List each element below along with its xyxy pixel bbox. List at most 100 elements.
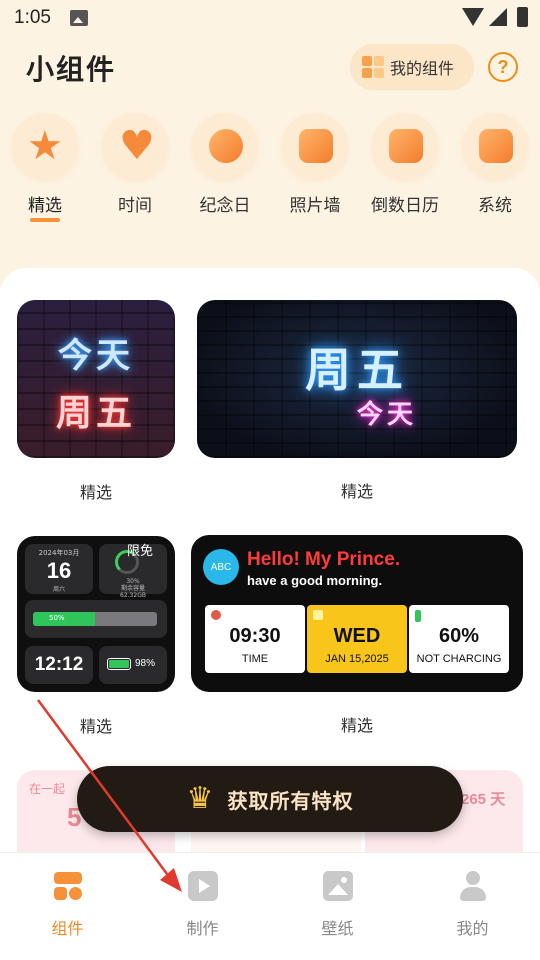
category-time-circle (102, 113, 168, 179)
avatar: ABC (203, 549, 239, 585)
battery-box: 60% NOT CHARCING (409, 605, 509, 673)
nav-profile[interactable]: 我的 (405, 871, 540, 939)
battery-tile: 98% (99, 646, 167, 684)
day-label: JAN 15,2025 (325, 653, 389, 665)
day-box: WED JAN 15,2025 (307, 605, 407, 673)
category-photo-wall[interactable]: 照片墙 (270, 113, 360, 216)
volume-text: 50% (49, 614, 65, 622)
category-label: 系统 (478, 196, 512, 216)
neon-text-line1: 今天 (58, 336, 134, 376)
nav-label: 壁纸 (321, 919, 354, 938)
category-anniversary-circle (192, 113, 258, 179)
volume-bar: 50% (33, 612, 157, 626)
get-all-privileges-button[interactable]: ♛ 获取所有特权 (77, 766, 463, 832)
battery-value: 60% (438, 625, 480, 647)
nav-wallpaper[interactable]: 壁纸 (270, 871, 405, 939)
date-month: 2024年03月 (38, 549, 80, 557)
widgets-grid-icon (362, 56, 384, 78)
category-countdown[interactable]: 倒数日历 (360, 113, 450, 216)
wallpaper-icon (322, 871, 353, 901)
battery-cell-fill (109, 660, 129, 668)
status-bar: 1:05 (0, 0, 540, 36)
my-widgets-button[interactable]: 我的组件 (350, 44, 474, 90)
profile-icon (458, 871, 488, 901)
clock-icon (209, 129, 243, 163)
widgets-icon (53, 871, 83, 901)
help-button[interactable]: ? (488, 52, 518, 82)
my-widgets-label: 我的组件 (390, 59, 455, 78)
widget-card-label: 精选 (79, 483, 112, 502)
widget-card-neon-wide[interactable]: 周五 今天 (197, 300, 517, 458)
category-system-circle (462, 113, 528, 179)
neon-text-line1: 周五 (305, 343, 409, 397)
hello-greeting: Hello! My Prince. (247, 549, 401, 570)
status-time: 1:05 (14, 7, 51, 28)
image-notification-icon (70, 10, 88, 26)
category-label: 纪念日 (199, 196, 251, 216)
neon-text-line2: 今天 (357, 400, 418, 430)
category-bar: 精选 时间 纪念日 照片墙 倒数日历 系统 (0, 113, 540, 223)
heart-icon (119, 123, 155, 169)
hello-subtitle: have a good morning. (247, 573, 383, 588)
chart-icon (479, 129, 513, 163)
category-label: 照片墙 (289, 196, 341, 216)
play-icon (187, 871, 218, 901)
date-weekday: 周六 (52, 586, 65, 593)
storage-label: 剩余容量 (120, 585, 145, 592)
clock-time: 12:12 (34, 654, 84, 675)
calendar-icon (313, 610, 323, 620)
time-box: 09:30 TIME (205, 605, 305, 673)
nav-create[interactable]: 制作 (135, 871, 270, 939)
category-label: 精选 (28, 196, 62, 216)
page-title: 小组件 (26, 53, 117, 86)
category-system[interactable]: 系统 (450, 113, 540, 216)
widget-card-hello[interactable]: ABC Hello! My Prince. have a good mornin… (191, 535, 523, 692)
widget-card-label: 精选 (340, 716, 373, 735)
battery-icon (517, 7, 528, 27)
volume-tile: 50% (25, 600, 167, 638)
date-day: 16 (46, 558, 72, 583)
storage-value: 62.32GB (120, 592, 146, 599)
category-countdown-circle (372, 113, 438, 179)
crown-icon: ♛ (186, 781, 214, 816)
battery-icon (415, 610, 421, 622)
widget-card-label: 精选 (79, 717, 112, 736)
battery-text: 98% (135, 658, 156, 669)
promo-label: 获取所有特权 (227, 788, 354, 813)
day-value: WED (333, 625, 381, 647)
widget-card-dashboard[interactable]: 2024年03月 16 周六 30% 剩余容量 62.32GB 限免 50% 1… (17, 536, 175, 692)
category-featured-circle (12, 113, 78, 179)
widget-card-neon-small[interactable]: 今天 周五 (17, 300, 175, 458)
storage-text: 30% 剩余容量 62.32GB (99, 578, 167, 599)
nav-label: 制作 (186, 919, 219, 938)
star-icon (27, 123, 63, 169)
wifi-icon (462, 8, 484, 26)
active-tab-indicator (30, 218, 60, 222)
clock-tile: 12:12 (25, 646, 93, 684)
days-count: 265 天 (461, 791, 506, 808)
free-badge: 限免 (127, 544, 154, 559)
nav-widgets[interactable]: 组件 (0, 871, 135, 939)
bottom-nav: 组件 制作 壁纸 我的 (0, 852, 540, 960)
battery-cell-icon (107, 658, 131, 670)
calendar-icon (389, 129, 423, 163)
category-label: 时间 (118, 196, 152, 216)
photo-icon (299, 129, 333, 163)
category-photo-wall-circle (282, 113, 348, 179)
time-label: TIME (241, 653, 269, 665)
neon-text-line2: 周五 (55, 393, 136, 434)
category-time[interactable]: 时间 (90, 113, 180, 216)
signal-icon (489, 8, 507, 26)
storage-percent: 30% (126, 578, 140, 585)
together-text: 在一起 (29, 782, 66, 796)
category-anniversary[interactable]: 纪念日 (180, 113, 270, 216)
nav-label: 组件 (51, 919, 84, 938)
time-value: 09:30 (229, 625, 281, 647)
battery-label: NOT CHARCING (416, 653, 502, 665)
widget-card-label: 精选 (340, 482, 373, 501)
alarm-icon (211, 610, 221, 620)
category-label: 倒数日历 (371, 196, 439, 216)
category-featured[interactable]: 精选 (0, 113, 90, 222)
nav-label: 我的 (456, 919, 489, 938)
date-tile: 2024年03月 16 周六 (25, 544, 93, 594)
